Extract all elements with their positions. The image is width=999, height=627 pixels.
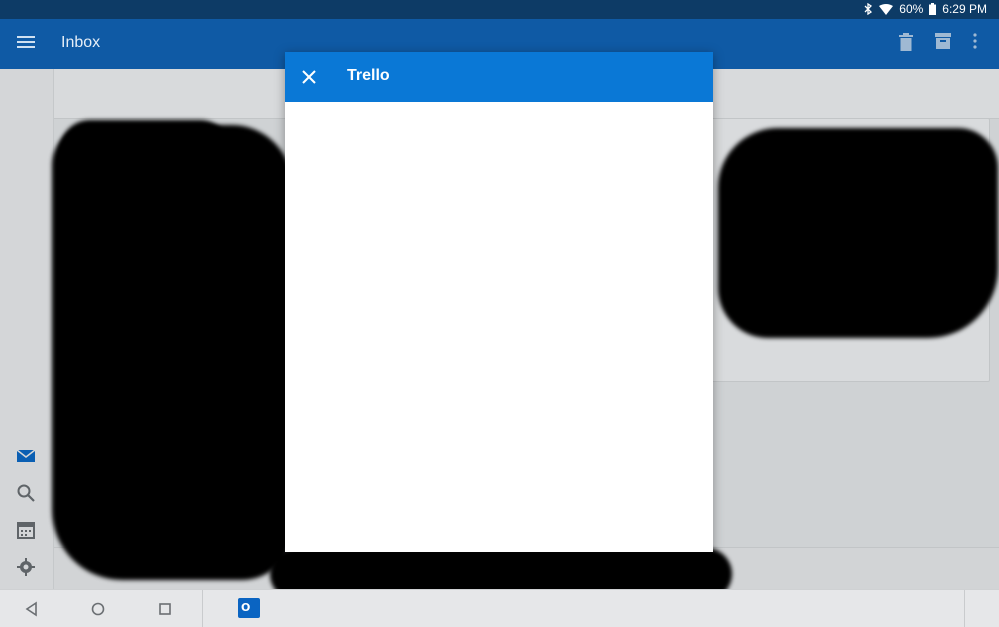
status-bar: 60% 6:29 PM bbox=[0, 0, 999, 19]
close-icon[interactable] bbox=[299, 67, 319, 87]
nav-divider bbox=[202, 590, 203, 627]
battery-percent: 60% bbox=[899, 2, 924, 16]
more-vert-icon[interactable] bbox=[973, 33, 977, 49]
battery-icon bbox=[929, 3, 937, 15]
side-rail bbox=[0, 69, 54, 589]
outlook-app-icon[interactable]: O bbox=[238, 598, 260, 618]
back-icon[interactable] bbox=[21, 598, 43, 620]
outlook-glyph: O bbox=[241, 601, 251, 614]
mail-icon[interactable] bbox=[16, 446, 36, 466]
settings-icon[interactable] bbox=[16, 557, 36, 577]
trello-dialog: Trello bbox=[285, 52, 713, 552]
recents-icon[interactable] bbox=[154, 598, 176, 620]
navigation-bar: O bbox=[0, 589, 999, 627]
redaction-mark bbox=[60, 120, 230, 180]
redaction-mark bbox=[718, 128, 998, 338]
page-title: Inbox bbox=[61, 34, 101, 51]
menu-icon[interactable] bbox=[17, 35, 35, 49]
nav-divider bbox=[964, 590, 965, 627]
calendar-icon[interactable] bbox=[16, 520, 36, 540]
bluetooth-icon bbox=[864, 3, 873, 15]
status-time: 6:29 PM bbox=[942, 2, 987, 16]
redaction-mark bbox=[52, 125, 292, 580]
home-icon[interactable] bbox=[87, 598, 109, 620]
dialog-body bbox=[285, 102, 713, 552]
delete-icon[interactable] bbox=[899, 33, 913, 51]
search-icon[interactable] bbox=[16, 483, 36, 503]
archive-icon[interactable] bbox=[935, 33, 951, 49]
wifi-icon bbox=[879, 3, 894, 15]
dialog-header: Trello bbox=[285, 52, 713, 102]
dialog-title: Trello bbox=[347, 67, 390, 84]
